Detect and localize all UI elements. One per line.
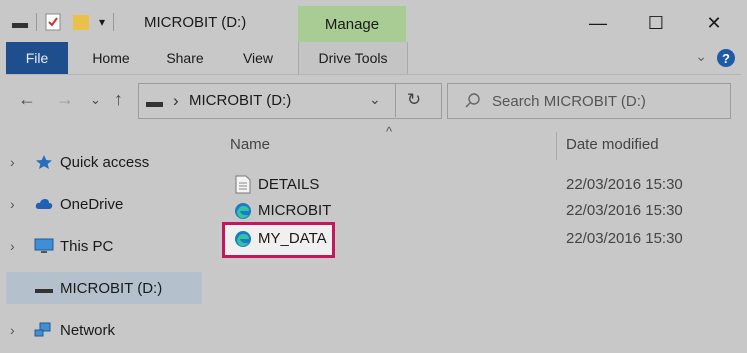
window-title: MICROBIT (D:) <box>144 14 247 31</box>
sidebar-item-this-pc[interactable]: › This PC <box>6 230 202 262</box>
toolbar-divider <box>36 13 37 31</box>
edge-icon <box>235 231 251 247</box>
quick-access-toolbar: ▾ <box>10 12 122 32</box>
expand-chevron-icon[interactable]: › <box>10 322 15 338</box>
column-header-date-modified[interactable]: Date modified <box>566 136 659 153</box>
address-dropdown-icon[interactable]: ⌄ <box>369 91 381 108</box>
sidebar-item-label: Network <box>60 321 116 339</box>
file-date: 22/03/2016 15:30 <box>566 202 683 219</box>
help-icon[interactable]: ? <box>717 49 735 67</box>
close-button[interactable]: ✕ <box>689 4 739 42</box>
file-row-highlighted[interactable]: MY_DATA 22/03/2016 15:30 <box>220 222 720 258</box>
network-icon <box>34 322 51 337</box>
minimize-button[interactable]: — <box>573 4 623 42</box>
sidebar-item-onedrive[interactable]: › OneDrive <box>6 188 202 220</box>
drive-small-icon <box>12 23 28 28</box>
text-file-icon <box>235 175 251 194</box>
drive-icon <box>35 289 53 293</box>
expand-chevron-icon[interactable]: › <box>10 238 15 254</box>
sidebar-item-label: OneDrive <box>60 195 124 213</box>
breadcrumb-item[interactable]: MICROBIT (D:) <box>189 92 291 109</box>
file-explorer-window: ▾ MICROBIT (D:) Manage — ☐ ✕ File Home S… <box>6 4 741 349</box>
tab-file[interactable]: File <box>6 42 68 74</box>
file-date: 22/03/2016 15:30 <box>566 176 683 193</box>
drive-small-icon <box>146 102 163 107</box>
ribbon-collapse-icon[interactable]: ⌄ <box>695 48 707 65</box>
sidebar-item-label: Quick access <box>60 153 150 171</box>
tab-home[interactable]: Home <box>78 42 144 74</box>
star-icon <box>36 155 52 169</box>
file-name: MY_DATA <box>258 230 327 247</box>
sidebar-item-network[interactable]: › Network <box>6 314 202 346</box>
title-bar: ▾ MICROBIT (D:) Manage — ☐ ✕ <box>6 4 741 42</box>
up-button[interactable]: ↑ <box>114 89 123 110</box>
file-row[interactable]: MICROBIT 22/03/2016 15:30 <box>220 198 720 224</box>
sidebar-item-label: This PC <box>60 237 114 255</box>
search-placeholder: Search MICROBIT (D:) <box>492 92 646 110</box>
properties-icon[interactable] <box>43 12 63 32</box>
sidebar-item-microbit[interactable]: MICROBIT (D:) <box>6 272 202 304</box>
recent-locations-button[interactable]: ⌄ <box>90 92 101 108</box>
file-name: MICROBIT <box>258 202 332 219</box>
column-header-name[interactable]: Name <box>230 136 270 153</box>
search-input[interactable]: Search MICROBIT (D:) <box>447 83 731 119</box>
forward-button[interactable]: → <box>56 89 74 110</box>
file-row[interactable]: DETAILS 22/03/2016 15:30 <box>220 172 720 198</box>
file-name: DETAILS <box>258 176 320 193</box>
ribbon-tabs: File Home Share View Drive Tools ⌄ ? <box>6 42 741 74</box>
sort-indicator-icon: ^ <box>386 124 393 139</box>
tab-view[interactable]: View <box>226 42 290 74</box>
maximize-button[interactable]: ☐ <box>631 4 681 42</box>
cloud-icon <box>35 199 53 209</box>
file-list: ^ Name Date modified DETAILS 22/03/2016 … <box>220 124 741 349</box>
tab-share[interactable]: Share <box>154 42 216 74</box>
refresh-button[interactable]: ↻ <box>395 83 432 117</box>
customize-toolbar-icon[interactable]: ▾ <box>99 15 105 29</box>
tab-drive-tools[interactable]: Drive Tools <box>298 42 408 74</box>
back-button[interactable]: ← <box>18 89 36 110</box>
monitor-icon <box>34 238 54 253</box>
file-date: 22/03/2016 15:30 <box>566 230 683 247</box>
new-folder-icon[interactable] <box>71 12 93 32</box>
navigation-pane: › Quick access › OneDrive › This PC MICR… <box>6 130 202 349</box>
search-icon <box>465 93 480 108</box>
expand-chevron-icon[interactable]: › <box>10 154 15 170</box>
breadcrumb-separator[interactable]: › <box>173 91 179 111</box>
expand-chevron-icon[interactable]: › <box>10 196 15 212</box>
toolbar-divider <box>113 13 115 31</box>
tab-manage[interactable]: Manage <box>298 6 406 42</box>
sidebar-item-quick-access[interactable]: › Quick access <box>6 146 202 178</box>
edge-icon <box>235 203 251 219</box>
sidebar-item-label: MICROBIT (D:) <box>60 279 163 297</box>
navigation-bar: ← → ⌄ ↑ › MICROBIT (D:) ⌄ ↻ Search MICRO… <box>6 74 741 127</box>
column-divider[interactable] <box>556 132 557 160</box>
